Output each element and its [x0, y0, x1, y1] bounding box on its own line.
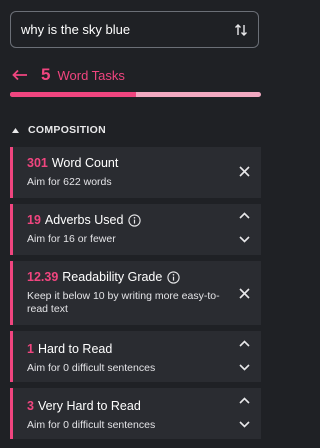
card-subtitle: Aim for 16 or fewer [27, 233, 116, 245]
word-tasks-header: 5 Word Tasks [12, 64, 259, 86]
card-subtitle: Aim for 0 difficult sentences [27, 419, 156, 431]
close-icon [239, 166, 250, 177]
sort-icon[interactable] [234, 23, 248, 36]
chevron-down-icon [239, 364, 250, 371]
expand-button[interactable] [239, 236, 250, 243]
chevron-down-icon [239, 421, 250, 428]
card-number: 19 [27, 213, 41, 227]
collapse-button[interactable] [239, 340, 250, 347]
card-subtitle: Aim for 622 words [27, 176, 112, 188]
collapse-button[interactable] [239, 397, 250, 404]
expand-button[interactable] [239, 421, 250, 428]
chevron-up-icon [239, 212, 250, 219]
progress-fill [10, 92, 136, 97]
expand-button[interactable] [239, 364, 250, 371]
info-icon[interactable] [128, 213, 142, 227]
caret-up-icon [12, 127, 19, 133]
card-subtitle: Aim for 0 difficult sentences [27, 362, 156, 374]
search-input[interactable]: why is the sky blue [10, 11, 259, 48]
card-subtitle: Keep it below 10 by writing more easy-to… [27, 290, 220, 315]
close-button[interactable] [239, 288, 250, 299]
task-card-adverbs[interactable]: 19 Adverbs Used Aim for 16 or fewer [10, 204, 261, 255]
card-number: 12.39 [27, 270, 59, 284]
task-count: 5 [41, 65, 51, 84]
card-title: Very Hard to Read [37, 399, 141, 413]
card-title: Readability Grade [62, 270, 163, 284]
progress-bar [10, 92, 261, 97]
task-card-word-count[interactable]: 301 Word Count Aim for 622 words [10, 147, 261, 198]
info-icon[interactable] [167, 270, 180, 284]
search-query-text: why is the sky blue [21, 22, 131, 37]
chevron-up-icon [239, 397, 250, 404]
card-number: 1 [27, 342, 34, 356]
card-title: Adverbs Used [44, 213, 124, 227]
card-number: 301 [27, 156, 48, 170]
task-card-hard-to-read[interactable]: 1 Hard to Read Aim for 0 difficult sente… [10, 331, 261, 382]
chevron-down-icon [239, 236, 250, 243]
collapse-button[interactable] [239, 212, 250, 219]
close-icon [239, 288, 250, 299]
task-card-very-hard-to-read[interactable]: 3 Very Hard to Read Aim for 0 difficult … [10, 388, 261, 439]
card-title: Hard to Read [37, 342, 113, 356]
card-title: Word Count [51, 156, 119, 170]
card-number: 3 [27, 399, 34, 413]
composition-section-toggle[interactable]: COMPOSITION [12, 124, 106, 136]
back-arrow-icon[interactable] [12, 69, 28, 81]
close-button[interactable] [239, 166, 250, 177]
section-title: COMPOSITION [28, 124, 106, 136]
chevron-up-icon [239, 340, 250, 347]
header-label: Word Tasks [57, 67, 125, 83]
task-card-readability[interactable]: 12.39 Readability Grade Keep it below 10… [10, 261, 261, 325]
